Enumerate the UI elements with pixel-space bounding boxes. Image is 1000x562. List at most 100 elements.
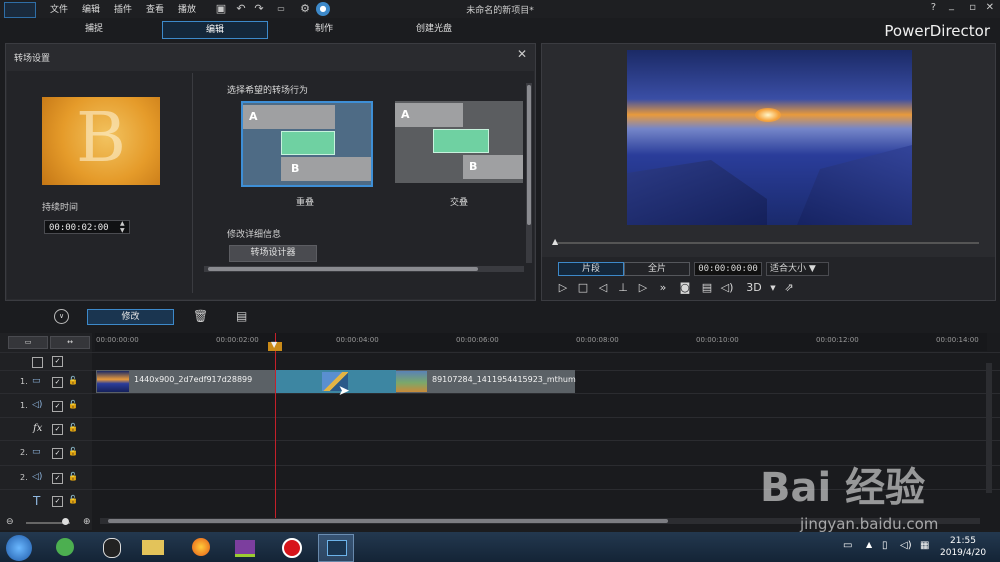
file-explorer-icon[interactable] [136, 534, 170, 560]
tab-produce[interactable]: 制作 [272, 21, 376, 37]
lock-icon[interactable]: 🔓 [68, 376, 78, 385]
clock-date[interactable]: 2019/4/20 [940, 548, 986, 558]
play-icon[interactable]: ▷ [556, 281, 570, 295]
transition-clip[interactable] [276, 370, 396, 393]
mouse-cursor-icon: ➤ [338, 383, 350, 399]
delete-icon[interactable]: 🗑 [193, 309, 208, 323]
previous-frame-icon[interactable]: ◁ [596, 281, 610, 295]
transition-bar [281, 131, 335, 155]
track-enable-checkbox[interactable]: ✓ [52, 377, 63, 388]
duration-input[interactable]: 00:00:02:00 [44, 220, 130, 234]
split-icon[interactable]: ⊥ [616, 281, 630, 295]
timecode-display[interactable]: 00:00:00:00 [694, 262, 762, 276]
volume-icon[interactable]: ◁) [900, 540, 912, 551]
close-icon[interactable]: ✕ [517, 47, 527, 61]
behavior-overlap-card[interactable]: A B [241, 101, 373, 187]
video-clip[interactable]: 1440x900_2d7edf917d28899 [96, 370, 278, 393]
tab-create-disc[interactable]: 创建光盘 [382, 21, 486, 37]
rocks [627, 160, 767, 225]
scrub-bar[interactable] [554, 242, 979, 244]
scroll-thumb[interactable] [108, 519, 668, 523]
volume-icon[interactable]: ◁) [720, 281, 734, 295]
ruler-label: 00:00:06:00 [456, 336, 499, 344]
brand-name: PowerDirector [884, 22, 990, 40]
lock-icon[interactable]: 🔓 [68, 472, 78, 481]
device-icon[interactable]: ▯ [882, 540, 888, 551]
chevron-down-icon: ▼ [808, 264, 816, 274]
record-icon[interactable] [274, 534, 308, 560]
timeline-ruler[interactable]: 00:00:00:00 00:00:02:00 00:00:04:00 00:0… [95, 333, 987, 351]
external-view-icon[interactable]: ⇗ [782, 281, 796, 295]
timeline-vertical-scrollbar[interactable] [986, 363, 992, 493]
start-button[interactable] [6, 535, 32, 561]
maximize-button[interactable]: ▫ [969, 2, 976, 13]
edit-toolbar: ∨ 修改 🗑 ▤ [0, 305, 1000, 329]
track-enable-checkbox[interactable]: ✓ [52, 448, 63, 459]
tray-arrow-icon[interactable]: ▲ [866, 540, 872, 549]
clip-mode-button[interactable]: 片段 [558, 262, 624, 276]
transition-designer-button[interactable]: 转场设计器 [229, 245, 317, 262]
scroll-thumb[interactable] [527, 85, 531, 225]
zoom-out-icon[interactable]: ⊖ [6, 517, 14, 527]
scrub-handle-icon[interactable]: ▲ [552, 237, 558, 246]
zoom-in-icon[interactable]: ⊕ [83, 517, 91, 527]
divider [192, 73, 193, 293]
zoom-select[interactable]: 适合大小 ▼ [766, 262, 829, 276]
lock-icon[interactable]: 🔓 [68, 447, 78, 456]
fast-forward-icon[interactable]: » [656, 281, 670, 295]
next-frame-icon[interactable]: ▷ [636, 281, 650, 295]
keyboard-icon[interactable]: ▭ [843, 540, 852, 551]
tab-edit[interactable]: 编辑 [162, 21, 268, 39]
edit-list-icon[interactable]: ▤ [236, 309, 247, 323]
modify-button[interactable]: 修改 [87, 309, 174, 325]
duration-stepper[interactable]: ▲ ▼ [120, 220, 125, 234]
sun [755, 108, 781, 122]
clip-thumbnail [97, 371, 129, 392]
ruler-label: 00:00:04:00 [336, 336, 379, 344]
track-number: 1. [20, 401, 28, 410]
track-enable-checkbox[interactable]: ✓ [52, 424, 63, 435]
powerdirector-taskbar-icon[interactable] [318, 534, 354, 562]
track-enable-checkbox[interactable]: ✓ [52, 473, 63, 484]
fit-timeline-icon[interactable]: ↔ [50, 336, 90, 349]
taskbar-app-icon[interactable] [48, 534, 82, 560]
minimize-button[interactable]: _ [949, 0, 954, 11]
track-row-fx: fx ✓ 🔓 [0, 417, 1000, 441]
behavior-cross-card[interactable]: A B [395, 101, 523, 183]
qq-icon[interactable] [94, 534, 128, 560]
track-enable-checkbox[interactable]: ✓ [52, 496, 63, 507]
playhead-line[interactable] [275, 333, 276, 518]
behavior-label: 选择希望的转场行为 [227, 86, 309, 96]
chevron-down-icon[interactable]: ∨ [54, 309, 69, 324]
track-enable-checkbox[interactable]: ✓ [52, 356, 63, 367]
scroll-thumb[interactable] [208, 267, 478, 271]
track-number: 2. [20, 448, 28, 457]
subtitle-icon[interactable]: ▤ [700, 281, 714, 295]
track-enable-checkbox[interactable]: ✓ [52, 401, 63, 412]
video-clip[interactable]: 89107284_1411954415923_mthum [394, 370, 576, 393]
seascape-image [627, 50, 912, 225]
close-button[interactable]: ✕ [986, 2, 994, 13]
track-manager-icon[interactable]: ▭ [8, 336, 48, 349]
chevron-down-icon[interactable]: ▼ [766, 281, 780, 295]
transition-bar [433, 129, 489, 153]
clock-time[interactable]: 21:55 [950, 536, 976, 546]
media-app-icon[interactable] [228, 534, 262, 560]
playhead-handle-icon[interactable]: ▼ [271, 340, 277, 349]
snapshot-icon[interactable]: ◙ [678, 281, 692, 295]
lock-icon[interactable]: 🔓 [68, 495, 78, 504]
vertical-scrollbar[interactable] [526, 83, 532, 263]
network-icon[interactable]: ▦ [920, 540, 929, 551]
ruler-label: 00:00:08:00 [576, 336, 619, 344]
tab-capture[interactable]: 捕捉 [42, 21, 146, 37]
3d-mode-button[interactable]: 3D [742, 281, 766, 295]
zoom-slider-thumb[interactable] [62, 518, 69, 525]
movie-mode-button[interactable]: 全片 [624, 262, 690, 276]
stop-icon[interactable]: □ [576, 281, 590, 295]
firefox-icon[interactable] [184, 534, 218, 560]
help-button[interactable]: ? [931, 2, 936, 13]
lock-icon[interactable]: 🔓 [68, 400, 78, 409]
horizontal-scrollbar[interactable] [204, 266, 524, 272]
clip-thumbnail [395, 371, 427, 392]
lock-icon[interactable]: 🔓 [68, 423, 78, 432]
